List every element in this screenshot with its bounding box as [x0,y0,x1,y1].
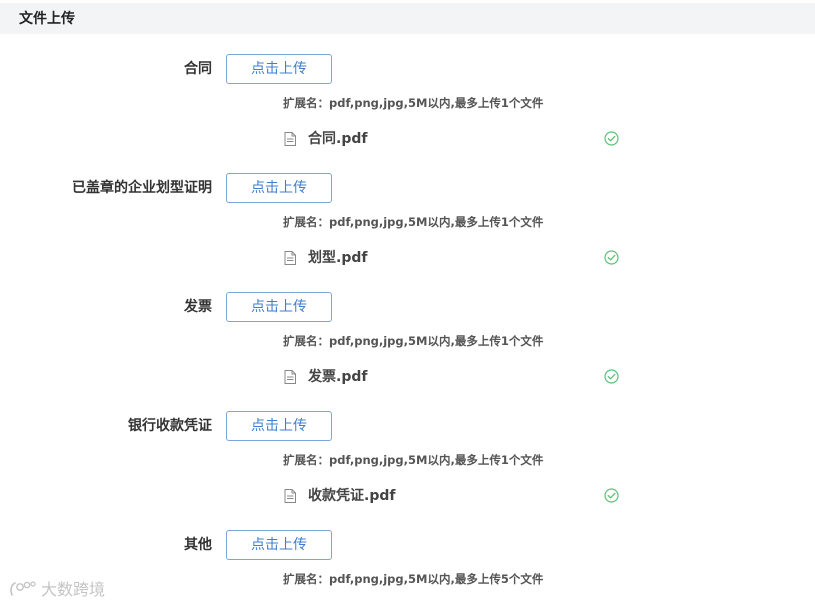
upload-button[interactable]: 点击上传 [226,530,332,560]
document-icon [284,251,296,265]
upload-button[interactable]: 点击上传 [226,411,332,441]
upload-hint: 扩展名：pdf,png,jpg,5M以内,最多上传5个文件 [283,572,544,586]
field-label: 合同 [184,61,212,77]
file-upload-page: 文件上传 合同 点击上传 扩展名：pdf,png,jpg,5M以内,最多上传1个… [0,0,815,607]
field-label: 银行收款凭证 [128,418,212,434]
check-circle-icon [604,131,619,146]
check-circle-icon [604,250,619,265]
upload-button[interactable]: 点击上传 [226,54,332,84]
upload-row-invoice: 发票 点击上传 扩展名：pdf,png,jpg,5M以内,最多上传1个文件 发票… [0,292,815,400]
field-label: 发票 [184,299,212,315]
file-name[interactable]: 发票.pdf [308,369,367,385]
upload-row-contract: 合同 点击上传 扩展名：pdf,png,jpg,5M以内,最多上传1个文件 合同… [0,54,815,162]
section-title: 文件上传 [19,11,75,27]
upload-hint: 扩展名：pdf,png,jpg,5M以内,最多上传1个文件 [283,334,544,348]
field-label: 已盖章的企业划型证明 [72,180,212,196]
field-label: 其他 [184,537,212,553]
upload-row-enterprise-certificate: 已盖章的企业划型证明 点击上传 扩展名：pdf,png,jpg,5M以内,最多上… [0,173,815,281]
file-name[interactable]: 收款凭证.pdf [308,488,395,504]
watermark: 大数跨境 [8,579,118,601]
watermark-text: 大数跨境 [41,580,106,599]
uploaded-file-item[interactable]: 发票.pdf [284,368,624,386]
uploaded-file-item[interactable]: 划型.pdf [284,249,624,267]
upload-button[interactable]: 点击上传 [226,292,332,322]
upload-hint: 扩展名：pdf,png,jpg,5M以内,最多上传1个文件 [283,453,544,467]
uploaded-file-item[interactable]: 合同.pdf [284,130,624,148]
upload-row-other: 其他 点击上传 扩展名：pdf,png,jpg,5M以内,最多上传5个文件 [0,530,815,600]
document-icon [284,370,296,384]
check-circle-icon [604,488,619,503]
document-icon [284,132,296,146]
section-header: 文件上传 [0,3,815,34]
upload-hint: 扩展名：pdf,png,jpg,5M以内,最多上传1个文件 [283,215,544,229]
file-name[interactable]: 合同.pdf [308,131,367,147]
watermark-logo-icon [10,581,36,596]
document-icon [284,489,296,503]
uploaded-file-item[interactable]: 收款凭证.pdf [284,487,624,505]
upload-row-bank-receipt: 银行收款凭证 点击上传 扩展名：pdf,png,jpg,5M以内,最多上传1个文… [0,411,815,519]
upload-button[interactable]: 点击上传 [226,173,332,203]
check-circle-icon [604,369,619,384]
file-name[interactable]: 划型.pdf [308,250,367,266]
upload-hint: 扩展名：pdf,png,jpg,5M以内,最多上传1个文件 [283,96,544,110]
